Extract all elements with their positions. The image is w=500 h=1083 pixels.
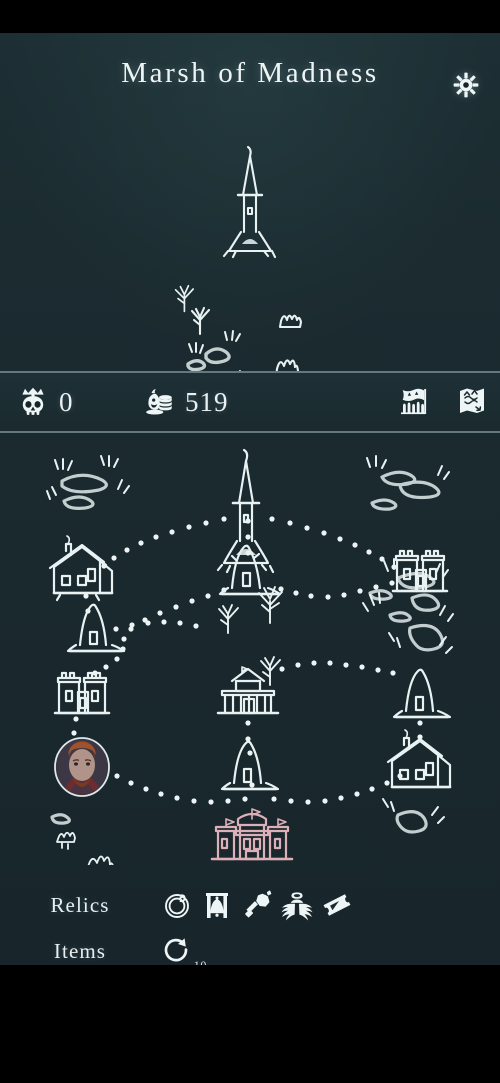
map-node-player-portrait — [54, 737, 110, 797]
bell-relic-icon[interactable] — [200, 887, 234, 923]
map-scroll-icon[interactable] — [454, 384, 490, 420]
souls-stat[interactable]: 0 — [16, 373, 74, 431]
map-bush-icons — [56, 831, 114, 865]
map-node-boss-castle-icon — [210, 808, 294, 861]
coin-stack-icon — [142, 385, 176, 419]
map-node-house-icon-2 — [386, 729, 452, 789]
relics-list — [160, 887, 354, 923]
inventory-panel: Relics Items 10 — [0, 873, 500, 965]
map-node-castle-icon-2 — [53, 671, 111, 715]
relics-label: Relics — [50, 892, 110, 917]
gold-value: 519 — [185, 386, 229, 417]
map-node-fort-icon — [216, 666, 280, 715]
item-count: 10 — [193, 958, 207, 965]
map-paths — [71, 516, 423, 805]
crowned-skull-icon — [16, 385, 50, 419]
map-node-tower-icon — [216, 448, 275, 574]
map-node-ruin-icon-3 — [392, 668, 452, 719]
preview-tower-icon — [222, 145, 277, 259]
map-node-ruin-icon-4 — [220, 740, 280, 791]
winged-halo-relic-icon[interactable] — [280, 887, 314, 923]
preview-tree-icon — [190, 306, 211, 336]
map-screen: Marsh of Madness 0 519 Relics Items 10 — [0, 33, 500, 965]
letterbox-top — [0, 0, 500, 33]
items-label: Items — [53, 938, 107, 963]
header: Marsh of Madness — [0, 33, 500, 120]
preview-tree-icon-2 — [174, 284, 195, 313]
stats-bar: 0 519 — [0, 371, 500, 433]
ticket-relic-icon[interactable] — [320, 887, 354, 923]
game-screen: Marsh of Madness 0 519 Relics Items 10 — [0, 0, 500, 1083]
preview-bush-icon — [278, 314, 303, 329]
ouroboros-relic-icon[interactable] — [160, 887, 194, 923]
recycle-item-icon[interactable]: 10 — [160, 933, 206, 965]
campaign-map[interactable] — [0, 433, 500, 865]
region-preview — [0, 120, 500, 393]
stats-bar-actions — [396, 373, 490, 431]
gear-icon[interactable] — [446, 65, 486, 105]
page-title: Marsh of Madness — [121, 57, 379, 89]
items-list: 10 — [160, 933, 206, 965]
letterbox-bottom — [0, 965, 500, 1083]
souls-value: 0 — [59, 386, 74, 417]
banner-troops-icon[interactable] — [396, 384, 432, 420]
gold-stat[interactable]: 519 — [142, 373, 229, 431]
relics-row: Relics — [0, 883, 500, 927]
mace-relic-icon[interactable] — [240, 887, 274, 923]
items-row: Items 10 — [0, 929, 500, 965]
